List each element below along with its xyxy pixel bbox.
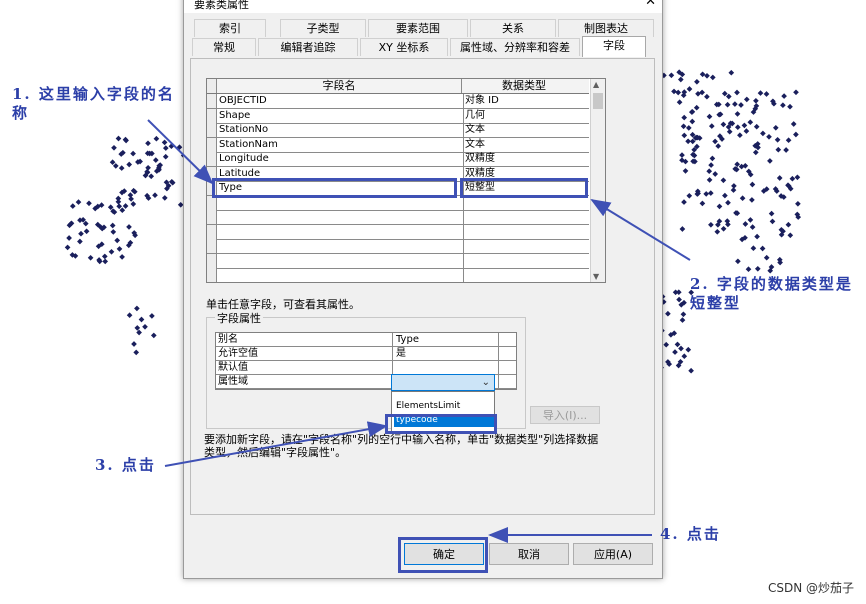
tab-fields[interactable]: 字段 — [582, 36, 646, 57]
annotation-2-text: 2. 字段的数据类型是短整型 — [690, 275, 853, 312]
arrow-3 — [164, 421, 388, 467]
annotation-4-text: 4. 点击 — [660, 525, 721, 543]
arrow-1 — [147, 119, 214, 185]
annotation-3-text: 3. 点击 — [95, 456, 156, 474]
watermark: CSDN @炒茄子 — [767, 581, 854, 595]
arrow-2 — [590, 198, 691, 261]
annotation-1-text: 1. 这里输入字段的名称 — [12, 85, 175, 122]
